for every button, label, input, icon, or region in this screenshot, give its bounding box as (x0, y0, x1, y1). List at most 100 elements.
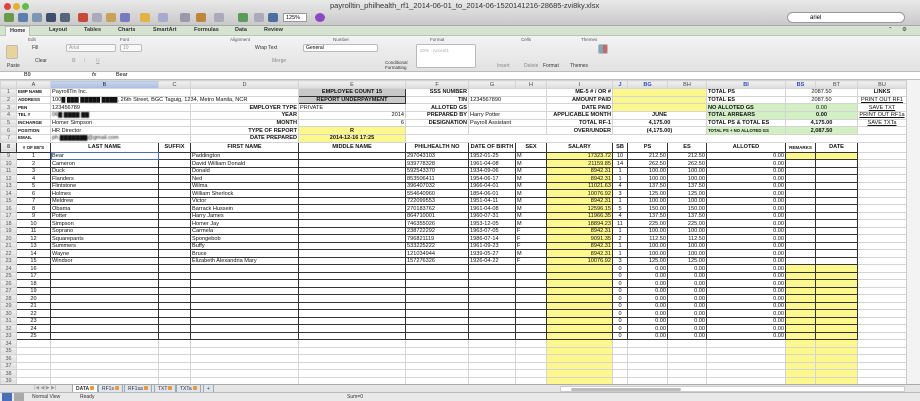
sb[interactable]: 0 (612, 294, 628, 303)
gear-icon[interactable]: ⚙ (902, 27, 907, 33)
salary[interactable]: 10076.92 (546, 189, 613, 198)
sb[interactable]: 11 (612, 219, 628, 228)
cell[interactable] (16, 361, 51, 371)
middle-name[interactable] (298, 219, 406, 228)
last-name[interactable]: Squarepants (50, 234, 159, 243)
sex[interactable]: M (515, 181, 547, 191)
cell[interactable] (815, 346, 858, 356)
column-header-b[interactable]: B (50, 80, 159, 89)
search-input[interactable]: ariel (787, 12, 905, 23)
philhealth-no[interactable]: 533225222 (405, 241, 469, 251)
cell[interactable] (815, 339, 858, 348)
first-name[interactable]: Elizabeth Alexandria Mary (190, 256, 299, 266)
date[interactable] (815, 226, 858, 236)
remarks[interactable] (785, 219, 816, 228)
middle-name[interactable] (298, 166, 406, 176)
suffix[interactable] (158, 279, 191, 288)
cell[interactable] (190, 346, 299, 356)
alloted[interactable]: 0.00 (706, 211, 786, 221)
paste-icon[interactable] (6, 45, 18, 59)
column-header-bh[interactable]: BH (667, 80, 707, 89)
cell[interactable] (515, 354, 547, 363)
cell[interactable] (815, 354, 858, 363)
ps[interactable]: 0.00 (627, 324, 668, 333)
ps[interactable]: 125.00 (627, 256, 668, 266)
suffix[interactable] (158, 301, 191, 311)
tab-review[interactable]: Review (264, 27, 283, 33)
date[interactable] (815, 196, 858, 206)
cell[interactable] (190, 361, 299, 371)
middle-name[interactable] (298, 174, 406, 183)
es[interactable]: 125.00 (667, 256, 707, 266)
sex[interactable] (515, 324, 547, 333)
alloted[interactable]: 0.00 (706, 249, 786, 258)
month-value[interactable]: 6 (298, 118, 406, 128)
alloted[interactable]: 0.00 (706, 279, 786, 288)
es[interactable]: 0.00 (667, 271, 707, 281)
alloted[interactable]: 0.00 (706, 219, 786, 228)
sb[interactable]: 1 (612, 196, 628, 206)
help-icon[interactable] (315, 13, 325, 22)
es[interactable]: 262.50 (667, 159, 707, 168)
date-of-birth[interactable] (468, 264, 516, 273)
print-out-rf1-link[interactable]: PRINT OUT RF1 (857, 95, 907, 105)
suffix[interactable] (158, 294, 191, 303)
toolbox-icon[interactable] (254, 13, 264, 22)
philhealth-no[interactable]: 939778328 (405, 159, 469, 168)
cell[interactable] (190, 354, 299, 363)
philhealth-no[interactable] (405, 309, 469, 318)
middle-name[interactable] (298, 211, 406, 221)
middle-name[interactable] (298, 189, 406, 198)
ee-number[interactable]: 12 (16, 234, 51, 243)
row-header[interactable]: 25 (0, 271, 17, 281)
philhealth-no[interactable] (405, 264, 469, 273)
first-name[interactable]: Buffy (190, 241, 299, 251)
middle-name[interactable] (298, 309, 406, 318)
suffix[interactable] (158, 219, 191, 228)
alloted[interactable]: 0.00 (706, 324, 786, 333)
prepared-by-value[interactable]: Harry Potter (468, 111, 547, 120)
remarks[interactable] (785, 279, 816, 288)
ps[interactable]: 100.00 (627, 226, 668, 236)
sex[interactable] (515, 271, 547, 281)
autosum-icon[interactable] (180, 13, 190, 22)
cell[interactable] (815, 361, 858, 371)
philhealth-no[interactable]: 157276326 (405, 256, 469, 266)
cell[interactable] (706, 339, 786, 348)
date-of-birth[interactable] (468, 286, 516, 296)
cell[interactable] (515, 369, 547, 378)
es[interactable]: 100.00 (667, 196, 707, 206)
date[interactable] (815, 181, 858, 191)
employer-type-value[interactable]: PRIVATE (298, 103, 406, 113)
last-name[interactable] (50, 301, 159, 311)
date-of-birth[interactable]: 1963-07-05 (468, 226, 516, 236)
salary[interactable] (546, 316, 613, 326)
philhealth-no[interactable] (405, 324, 469, 333)
ee-number[interactable]: 3 (16, 166, 51, 176)
row-header[interactable]: 11 (0, 166, 17, 176)
sex[interactable]: F (515, 226, 547, 236)
formula-input[interactable]: Bear (116, 72, 128, 79)
alloted[interactable]: 0.00 (706, 159, 786, 168)
tab-formulas[interactable]: Formulas (194, 27, 219, 33)
cut-icon[interactable] (78, 13, 88, 22)
zoom-select[interactable]: 125% (283, 13, 307, 22)
date-of-birth[interactable]: 1939-05-27 (468, 249, 516, 258)
last-name[interactable]: Windsor (50, 256, 159, 266)
ee-number[interactable]: 18 (16, 279, 51, 288)
philhealth-no[interactable]: 297043103 (405, 151, 469, 161)
column-header-d[interactable]: D (190, 80, 299, 89)
sb[interactable]: 4 (612, 211, 628, 221)
es[interactable]: 0.00 (667, 331, 707, 341)
ee-number[interactable]: 19 (16, 286, 51, 296)
cell[interactable] (515, 346, 547, 356)
philhealth-no[interactable] (405, 331, 469, 341)
es[interactable]: 112.50 (667, 234, 707, 243)
middle-name[interactable] (298, 286, 406, 296)
alloted[interactable]: 0.00 (706, 301, 786, 311)
cell[interactable] (50, 354, 159, 363)
ps[interactable]: 100.00 (627, 174, 668, 183)
ps[interactable]: 0.00 (627, 279, 668, 288)
suffix[interactable] (158, 316, 191, 326)
first-name[interactable]: David William Donald (190, 159, 299, 168)
